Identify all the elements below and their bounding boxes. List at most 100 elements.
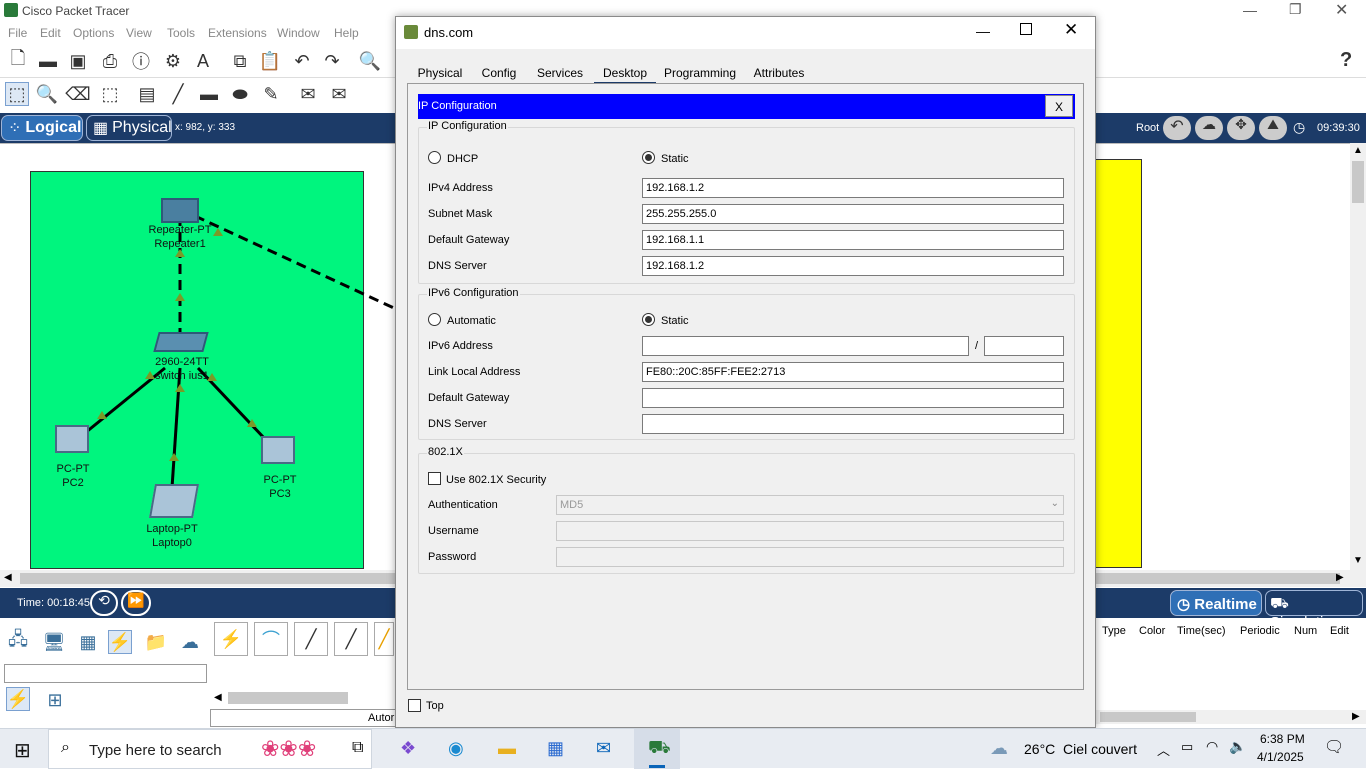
network-devices-icon[interactable]: 🖧	[6, 629, 30, 654]
tab-desktop[interactable]: Desktop	[594, 63, 656, 85]
open-folder-icon[interactable]: ▬	[36, 49, 60, 73]
help-icon[interactable]: ?	[1340, 49, 1352, 72]
cable-console-icon[interactable]: ⌒	[254, 622, 288, 656]
dhcp-radio[interactable]	[428, 151, 441, 164]
menu-window[interactable]: Window	[277, 26, 320, 40]
taskbar-date[interactable]: 4/1/2025	[1257, 750, 1304, 764]
scroll-up-icon[interactable]: ▲	[1353, 145, 1363, 156]
tab-config[interactable]: Config	[472, 63, 526, 85]
minimize-icon[interactable]: —	[1243, 2, 1257, 18]
draw-line-icon[interactable]: ╱	[166, 82, 190, 106]
tab-services[interactable]: Services	[526, 63, 594, 85]
packet-tracer-taskbar-button[interactable]: ⛟	[634, 729, 680, 769]
ip-config-close-button[interactable]: X	[1045, 95, 1073, 117]
save-icon[interactable]: ▣	[66, 49, 90, 73]
paste-icon[interactable]: 📋	[258, 49, 282, 73]
new-file-icon[interactable]: 🗋	[6, 48, 30, 73]
dialog-minimize-icon[interactable]: —	[976, 23, 990, 39]
multiuser-icon[interactable]: ☁	[178, 630, 202, 654]
pc3-device-icon[interactable]	[261, 436, 295, 464]
top-checkbox[interactable]	[408, 699, 421, 712]
tray-chevron-icon[interactable]: ︿	[1157, 740, 1170, 759]
ipv6-address-field[interactable]	[642, 336, 969, 356]
tab-physical[interactable]: Physical	[408, 63, 472, 85]
store-icon[interactable]: ▦	[547, 738, 564, 759]
auto-connection-icon[interactable]: ⚡	[6, 687, 30, 711]
fast-forward-icon[interactable]: ⏩	[121, 590, 151, 616]
weather-text[interactable]: 26°C Ciel couvert	[1024, 741, 1137, 757]
laptop-device-icon[interactable]	[149, 484, 199, 518]
edge-icon[interactable]: ◉	[448, 738, 464, 759]
logical-mode-button[interactable]: ⁘ Logical	[1, 115, 83, 141]
restore-icon[interactable]: ❐	[1289, 1, 1302, 18]
copy-icon[interactable]: ⧉	[228, 49, 252, 73]
menu-tools[interactable]: Tools	[167, 26, 195, 40]
inspect-icon[interactable]: 🔍	[35, 82, 59, 106]
notification-icon[interactable]: 🗨	[1324, 737, 1344, 757]
menu-file[interactable]: File	[8, 26, 27, 40]
resize-icon[interactable]: ⬚	[98, 82, 122, 106]
network-info-icon[interactable]: ⚙	[161, 49, 185, 73]
cloud-icon[interactable]: ☁	[1195, 116, 1223, 140]
draw-ellipse-icon[interactable]: ⬬	[228, 82, 252, 106]
windows-start-icon[interactable]: ⊞	[14, 738, 31, 763]
print-icon[interactable]: ⎙	[98, 49, 122, 73]
draw-rectangle-icon[interactable]: ▬	[197, 82, 221, 106]
ipv6-gateway-field[interactable]	[642, 388, 1064, 408]
pdu-complex-icon[interactable]: ✉	[327, 82, 351, 106]
username-field[interactable]	[556, 521, 1064, 541]
vertical-scroll-thumb[interactable]	[1352, 161, 1364, 203]
misc-icon[interactable]: 📁	[144, 630, 168, 654]
pc2-device-icon[interactable]	[55, 425, 89, 453]
physical-mode-button[interactable]: ▦ Physical	[86, 115, 172, 141]
ipv4-address-field[interactable]: 192.168.1.2	[642, 178, 1064, 198]
realtime-button[interactable]: ◷ Realtime	[1170, 590, 1262, 616]
cable-straight-icon[interactable]: ╱	[294, 622, 328, 656]
link-local-field[interactable]: FE80::20C:85FF:FEE2:2713	[642, 362, 1064, 382]
activity-wizard-icon[interactable]: A	[191, 49, 215, 73]
move-icon[interactable]: ✥	[1227, 116, 1255, 140]
menu-help[interactable]: Help	[334, 26, 359, 40]
event-scroll-thumb[interactable]	[1100, 712, 1196, 722]
freeform-icon[interactable]: ✎	[259, 82, 283, 106]
copilot-icon[interactable]: ❖	[400, 738, 416, 759]
dialog-maximize-icon[interactable]	[1020, 23, 1032, 35]
file-explorer-icon[interactable]: ▬	[498, 738, 516, 759]
tab-programming[interactable]: Programming	[656, 63, 744, 85]
scroll-left-icon[interactable]: ◀	[4, 572, 12, 583]
ipv6-automatic-radio[interactable]	[428, 313, 441, 326]
delete-icon[interactable]: ⌫	[65, 82, 90, 106]
device-search-input[interactable]	[4, 664, 207, 683]
ipv6-static-radio[interactable]	[642, 313, 655, 326]
taskbar-time[interactable]: 6:38 PM	[1260, 732, 1305, 746]
event-scroll-right-icon[interactable]: ▶	[1352, 711, 1360, 722]
canvas-vertical-scrollbar[interactable]: ▲ ▼	[1350, 143, 1366, 570]
menu-options[interactable]: Options	[73, 26, 114, 40]
select-icon[interactable]: ⬚	[5, 82, 29, 106]
note-icon[interactable]: ▤	[135, 82, 159, 106]
components-icon[interactable]: ▦	[76, 630, 100, 654]
simulation-button[interactable]: ⛟ Simulation	[1265, 590, 1363, 631]
battery-icon[interactable]: ▭	[1181, 739, 1193, 755]
tab-attributes[interactable]: Attributes	[744, 63, 814, 85]
switch-device-icon[interactable]	[153, 332, 209, 352]
pdu-simple-icon[interactable]: ✉	[296, 82, 320, 106]
cable-auto-icon[interactable]: ⚡	[214, 622, 248, 656]
menu-edit[interactable]: Edit	[40, 26, 61, 40]
zoom-in-icon[interactable]: 🔍	[358, 49, 382, 73]
palette-scroll-thumb[interactable]	[228, 692, 348, 704]
wifi-icon[interactable]: ◠	[1206, 738, 1218, 755]
password-field[interactable]	[556, 547, 1064, 567]
end-devices-icon[interactable]: 🖥	[42, 630, 66, 654]
dialog-close-icon[interactable]: ✕	[1064, 20, 1078, 40]
menu-view[interactable]: View	[126, 26, 152, 40]
dns-server-field[interactable]: 192.168.1.2	[642, 256, 1064, 276]
info-icon[interactable]: ⓘ	[129, 49, 153, 73]
cable-crossover-icon[interactable]: ╱	[334, 622, 368, 656]
task-view-icon[interactable]: ⧉	[352, 739, 363, 757]
event-list-scrollbar[interactable]: ▶	[1096, 710, 1366, 724]
undo-icon[interactable]: ↶	[290, 49, 314, 73]
scroll-right-icon[interactable]: ▶	[1336, 572, 1344, 583]
ipv6-dns-field[interactable]	[642, 414, 1064, 434]
back-icon[interactable]: ↶	[1163, 116, 1191, 140]
